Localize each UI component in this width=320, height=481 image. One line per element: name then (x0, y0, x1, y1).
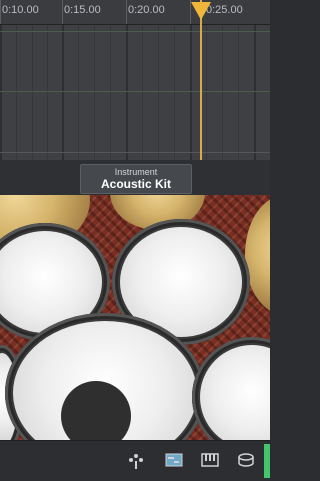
grid-line (94, 25, 95, 160)
grid-line (126, 25, 128, 160)
grid-line (206, 25, 207, 160)
grid-line (222, 25, 223, 160)
tick-mark (0, 0, 1, 24)
grid-line (238, 25, 239, 160)
active-track-indicator[interactable] (264, 444, 270, 478)
timeline-ruler[interactable]: 0:10.00 0:15.00 0:20.00 0:25.00 (0, 0, 270, 25)
track-separator (0, 152, 270, 153)
grid-line (16, 25, 17, 160)
instrument-name: Acoustic Kit (100, 177, 171, 191)
tick-mark (126, 0, 127, 24)
grid-line (78, 25, 79, 160)
drum-kit-area (0, 195, 270, 440)
grid-line (0, 25, 2, 160)
grid-line (110, 25, 111, 160)
grid-line (142, 25, 143, 160)
track-separator (0, 91, 270, 92)
grid-line (174, 25, 175, 160)
playhead-line (200, 0, 202, 160)
grid-line (190, 25, 192, 160)
editors-icon[interactable] (164, 452, 184, 470)
playhead-handle[interactable] (191, 2, 211, 20)
instrument-caption: Instrument (114, 167, 158, 177)
grid-line (62, 25, 64, 160)
drum-icon[interactable] (236, 452, 256, 470)
tracks-area[interactable] (0, 25, 270, 160)
keyboard-icon[interactable] (200, 452, 220, 470)
grid-line (47, 25, 48, 160)
tick-label: 0:20.00 (128, 4, 165, 16)
grid-line (158, 25, 159, 160)
tick-label: 0:25.00 (206, 4, 243, 16)
grid-line (254, 25, 256, 160)
tick-label: 0:15.00 (64, 4, 101, 16)
drum-head (200, 345, 270, 440)
bottom-toolbar (0, 440, 270, 481)
track-separator (0, 31, 270, 32)
grid-line (32, 25, 33, 160)
instrument-selector[interactable]: Instrument Acoustic Kit (80, 164, 192, 194)
tick-label: 0:10.00 (2, 4, 39, 16)
tick-mark (62, 0, 63, 24)
smart-controls-icon[interactable] (126, 452, 146, 470)
